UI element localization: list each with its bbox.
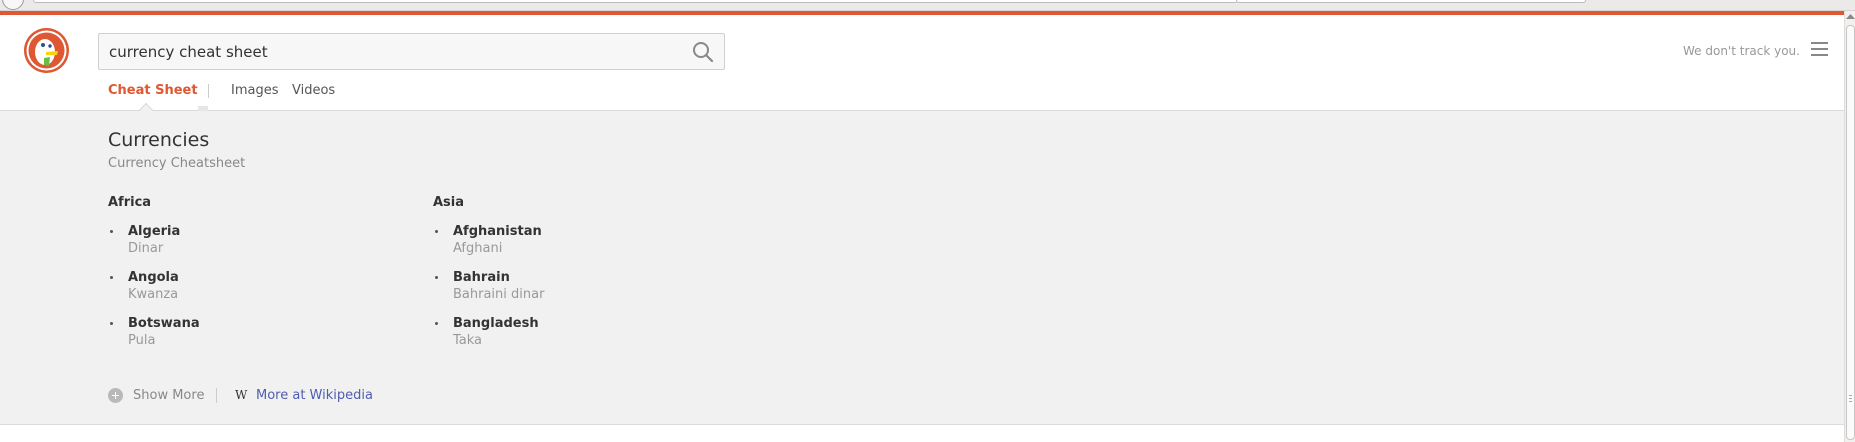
list-item: Angola Kwanza: [108, 270, 200, 316]
wikipedia-icon: W: [235, 388, 248, 402]
show-more-label: Show More: [133, 388, 205, 403]
browser-search-bar[interactable]: [1236, 0, 1586, 3]
browser-back-button[interactable]: [2, 0, 24, 10]
privacy-tagline[interactable]: We don't track you.: [1683, 44, 1800, 58]
scroll-up-arrow-icon[interactable]: [1846, 13, 1855, 19]
list-item: Algeria Dinar: [108, 224, 200, 270]
currency-name: Bahraini dinar: [453, 287, 545, 302]
country-name: Bangladesh: [453, 316, 539, 331]
bullet: [435, 230, 438, 233]
currency-name: Dinar: [128, 241, 164, 256]
cheatsheet-title: Currencies: [108, 129, 210, 151]
country-name: Botswana: [128, 316, 200, 331]
search-box: [98, 33, 725, 70]
currency-name: Kwanza: [128, 287, 179, 302]
list-item: Bangladesh Taka: [433, 316, 544, 362]
tab-cheat-sheet[interactable]: Cheat Sheet: [108, 83, 198, 98]
browser-toolbar-strip: [0, 0, 1855, 11]
country-name: Algeria: [128, 224, 181, 239]
list-item: Bahrain Bahraini dinar: [433, 270, 544, 316]
menu-icon[interactable]: [1811, 42, 1828, 56]
tab-divider: [208, 84, 209, 98]
search-icon: [693, 42, 714, 63]
cheatsheet-panel: Currencies Currency Cheatsheet Africa Al…: [0, 102, 1844, 425]
bullet: [110, 230, 113, 233]
tab-videos[interactable]: Videos: [292, 83, 335, 98]
duckduckgo-logo[interactable]: [24, 28, 69, 73]
search-header: We don't track you. Cheat Sheet Images V…: [0, 15, 1844, 111]
country-name: Bahrain: [453, 270, 510, 285]
currency-name: Taka: [453, 333, 483, 348]
bullet: [435, 322, 438, 325]
region-heading: Africa: [108, 195, 152, 210]
currency-list: Afghanistan Afghani Bahrain Bahraini dinar…: [433, 224, 544, 362]
search-button[interactable]: [690, 39, 716, 65]
region-asia: Asia Afghanistan Afghani Bahrain Bahraini …: [433, 195, 544, 362]
country-name: Angola: [128, 270, 179, 285]
page-scrollbar[interactable]: [1844, 11, 1855, 442]
footer-divider: [216, 388, 217, 403]
currency-name: Afghani: [453, 241, 503, 256]
bullet: [110, 276, 113, 279]
wikipedia-link-label: More at Wikipedia: [256, 388, 373, 403]
scrollbar-thumb[interactable]: [1846, 25, 1855, 440]
search-input[interactable]: [109, 34, 669, 69]
list-item: Botswana Pula: [108, 316, 200, 362]
region-heading: Asia: [433, 195, 465, 210]
plus-circle-icon: [108, 388, 123, 403]
bullet: [110, 322, 113, 325]
list-item: Afghanistan Afghani: [433, 224, 544, 270]
browser-address-bar[interactable]: [33, 0, 1238, 3]
currency-list: Algeria Dinar Angola Kwanza Botswana Pula: [108, 224, 200, 362]
bullet: [435, 276, 438, 279]
cheatsheet-subtitle: Currency Cheatsheet: [108, 156, 246, 171]
country-name: Afghanistan: [453, 224, 542, 239]
tab-images[interactable]: Images: [231, 83, 279, 98]
currency-name: Pula: [128, 333, 156, 348]
region-africa: Africa Algeria Dinar Angola Kwanza Botswan…: [108, 195, 200, 362]
